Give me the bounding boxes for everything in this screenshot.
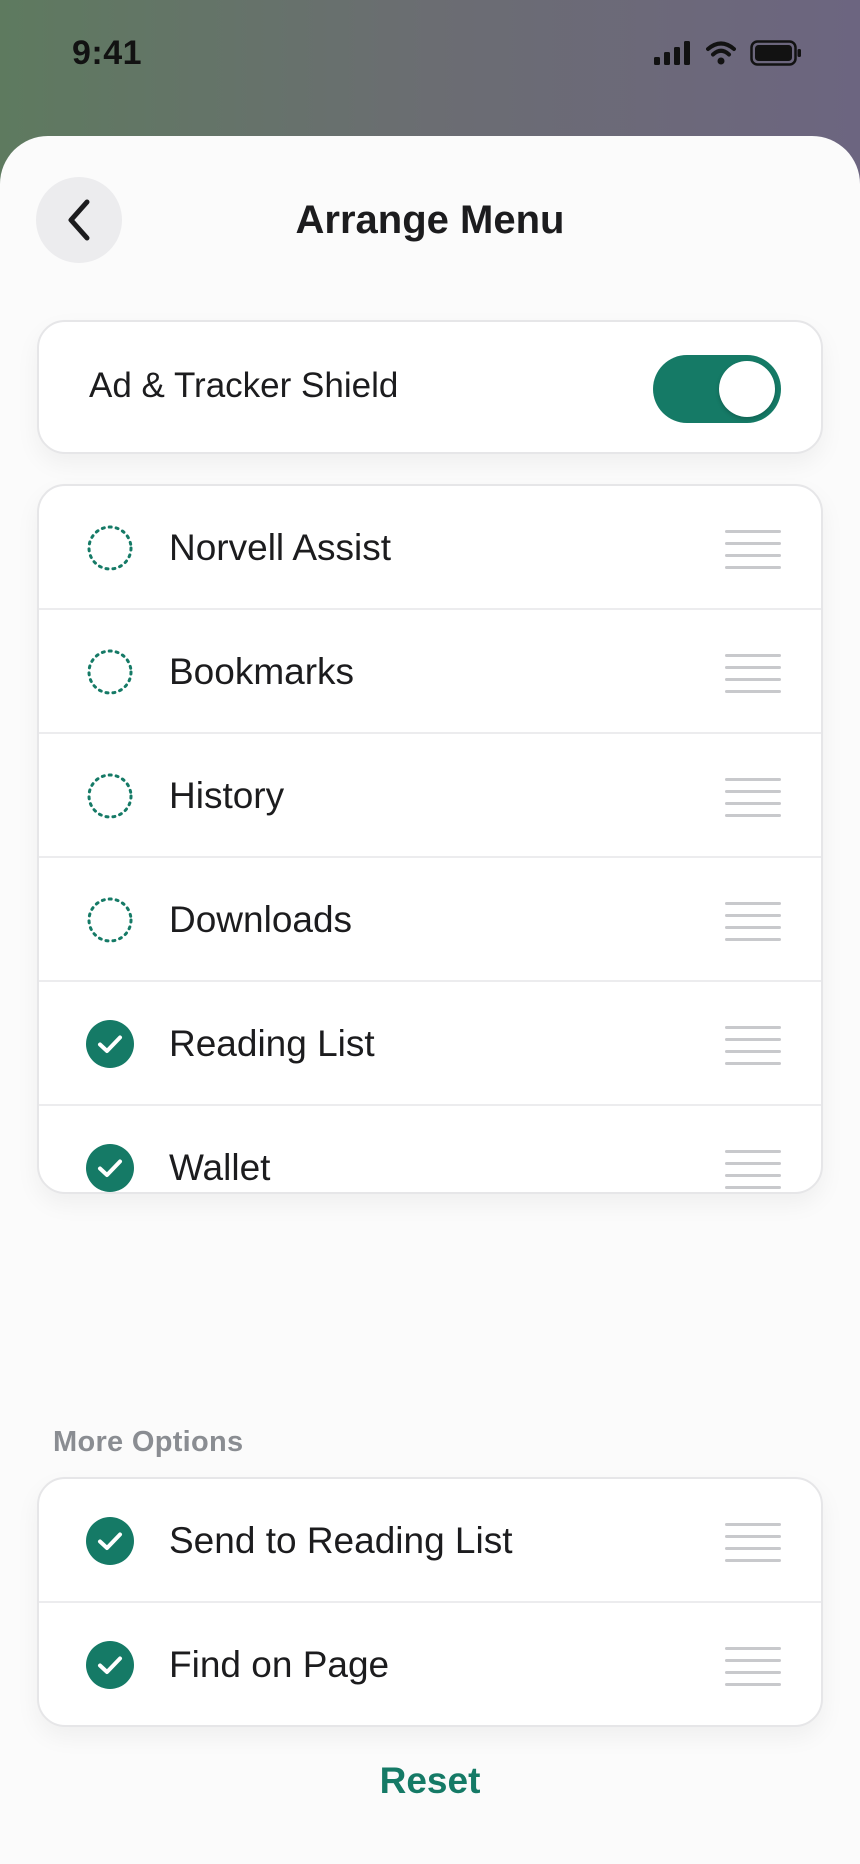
empty-circle-icon[interactable] bbox=[86, 648, 134, 696]
empty-circle-icon[interactable] bbox=[86, 524, 134, 572]
reset-button[interactable]: Reset bbox=[0, 1760, 860, 1802]
empty-circle-icon[interactable] bbox=[86, 772, 134, 820]
list-item[interactable]: Send to Reading List bbox=[39, 1479, 821, 1603]
status-icons bbox=[654, 40, 802, 66]
list-item[interactable]: History bbox=[39, 734, 821, 858]
status-time: 9:41 bbox=[72, 34, 143, 72]
drag-handle-icon[interactable] bbox=[725, 1523, 781, 1562]
list-item-label: Norvell Assist bbox=[169, 527, 392, 568]
checkmark-circle-icon[interactable] bbox=[86, 1144, 134, 1192]
shield-label: Ad & Tracker Shield bbox=[89, 366, 399, 405]
drag-handle-icon[interactable] bbox=[725, 1150, 781, 1189]
empty-circle-icon[interactable] bbox=[86, 896, 134, 944]
shield-toggle[interactable] bbox=[653, 355, 781, 423]
list-item-label: Reading List bbox=[169, 1023, 375, 1064]
shield-card: Ad & Tracker Shield bbox=[37, 320, 823, 454]
bottom-sheet: Arrange Menu Ad & Tracker Shield Norvell… bbox=[0, 136, 860, 1864]
drag-handle-icon[interactable] bbox=[725, 902, 781, 941]
checkmark-circle-icon[interactable] bbox=[86, 1641, 134, 1689]
checkmark-circle-icon[interactable] bbox=[86, 1517, 134, 1565]
list-item-label: Wallet bbox=[169, 1147, 271, 1188]
toggle-knob bbox=[719, 361, 775, 417]
cellular-signal-icon bbox=[654, 41, 690, 65]
wifi-icon bbox=[706, 41, 736, 65]
page-title: Arrange Menu bbox=[295, 198, 565, 242]
status-bar: 9:41 bbox=[0, 0, 860, 120]
list-item[interactable]: Find on Page bbox=[39, 1603, 821, 1725]
navigation-bar: Arrange Menu bbox=[0, 136, 860, 306]
more-options-header: More Options bbox=[53, 1426, 244, 1458]
list-item[interactable]: Wallet bbox=[39, 1106, 821, 1192]
more-options-list: Send to Reading List Find on Page bbox=[37, 1477, 823, 1727]
list-item[interactable]: Bookmarks bbox=[39, 610, 821, 734]
drag-handle-icon[interactable] bbox=[725, 1026, 781, 1065]
drag-handle-icon[interactable] bbox=[725, 530, 781, 569]
drag-handle-icon[interactable] bbox=[725, 654, 781, 693]
list-item-label: Find on Page bbox=[169, 1644, 390, 1685]
list-item[interactable]: Reading List bbox=[39, 982, 821, 1106]
checkmark-circle-icon[interactable] bbox=[86, 1020, 134, 1068]
list-item-label: Send to Reading List bbox=[169, 1520, 513, 1561]
list-item[interactable]: Downloads bbox=[39, 858, 821, 982]
list-item-label: Downloads bbox=[169, 899, 353, 940]
battery-icon bbox=[750, 40, 801, 66]
list-item-label: History bbox=[169, 775, 285, 816]
drag-handle-icon[interactable] bbox=[725, 778, 781, 817]
menu-items-list: Norvell Assist Bookmarks History Downloads R… bbox=[37, 484, 823, 1194]
list-item-label: Bookmarks bbox=[169, 651, 355, 692]
drag-handle-icon[interactable] bbox=[725, 1647, 781, 1686]
list-item[interactable]: Norvell Assist bbox=[39, 486, 821, 610]
